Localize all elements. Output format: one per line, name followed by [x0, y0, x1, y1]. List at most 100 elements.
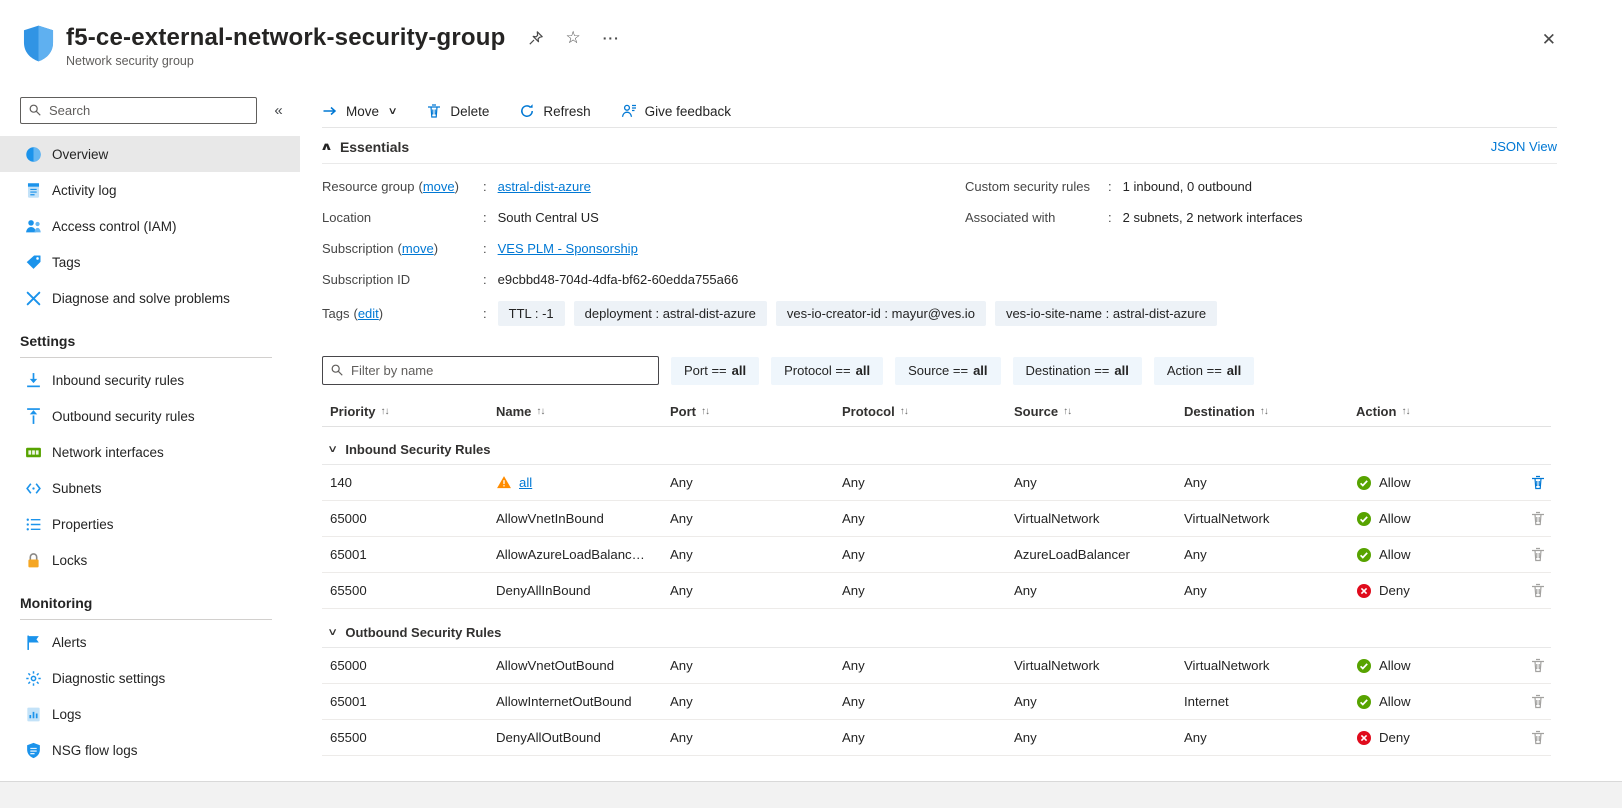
horizontal-scrollbar[interactable]: [0, 781, 1622, 808]
sidebar-item-overview[interactable]: Overview: [0, 136, 300, 172]
field-label-text: Subscription ID: [322, 272, 410, 287]
filter-pill-source[interactable]: Source ==all: [895, 357, 1000, 385]
filter-pill-port[interactable]: Port ==all: [671, 357, 759, 385]
access-control-icon: [25, 218, 42, 235]
delete-rule-icon: [1530, 510, 1546, 527]
field-value: 1 inbound, 0 outbound: [1123, 179, 1252, 194]
column-header-source[interactable]: Source↑↓: [1014, 404, 1184, 419]
delete-button[interactable]: Delete: [426, 103, 489, 119]
sidebar-item-inbound-security-rules[interactable]: Inbound security rules: [0, 362, 300, 398]
sidebar-item-nsg-flow-logs[interactable]: NSG flow logs: [0, 732, 300, 768]
inbound-rules-icon: [25, 372, 42, 389]
favorite-star-icon[interactable]: ☆: [566, 29, 581, 46]
sidebar-item-label: Locks: [52, 553, 87, 568]
table-row[interactable]: 65001AllowInternetOutBoundAnyAnyAnyInter…: [322, 684, 1551, 720]
filter-pill-action[interactable]: Action ==all: [1154, 357, 1254, 385]
filter-pill-protocol[interactable]: Protocol ==all: [771, 357, 883, 385]
cell-destination: Any: [1184, 475, 1356, 490]
sidebar-item-alerts[interactable]: Alerts: [0, 624, 300, 660]
tag-pill[interactable]: ves-io-creator-id : mayur@ves.io: [776, 301, 986, 326]
chevron-down-icon: ∨: [388, 106, 398, 117]
security-rules-table: Priority↑↓Name↑↓Port↑↓Protocol↑↓Source↑↓…: [322, 396, 1551, 756]
tag-pill[interactable]: ves-io-site-name : astral-dist-azure: [995, 301, 1217, 326]
sidebar-item-outbound-security-rules[interactable]: Outbound security rules: [0, 398, 300, 434]
main-content: Move ∨ Delete Refresh: [300, 86, 1622, 781]
delete-rule-icon[interactable]: [1530, 474, 1546, 491]
filter-by-name-input[interactable]: [322, 356, 659, 385]
action-label: Allow: [1379, 511, 1411, 526]
column-header-label: Name: [496, 404, 531, 419]
refresh-label: Refresh: [543, 104, 590, 119]
column-header-port[interactable]: Port↑↓: [670, 404, 842, 419]
network-interfaces-icon: [25, 444, 42, 461]
table-row[interactable]: 140allAnyAnyAnyAnyAllow: [322, 465, 1551, 501]
give-feedback-button[interactable]: Give feedback: [621, 103, 731, 119]
move-link[interactable]: move: [423, 179, 455, 194]
chevron-up-icon[interactable]: ∧: [320, 140, 333, 153]
table-row[interactable]: 65500DenyAllOutBoundAnyAnyAnyAnyDeny: [322, 720, 1551, 756]
column-header-label: Source: [1014, 404, 1058, 419]
activity-log-icon: [25, 182, 42, 199]
group-header-outbound-security-rules[interactable]: ∨Outbound Security Rules: [322, 618, 1551, 648]
colon-separator: :: [483, 179, 487, 194]
cell-action: Allow: [1356, 658, 1524, 674]
table-row[interactable]: 65500DenyAllInBoundAnyAnyAnyAnyDeny: [322, 573, 1551, 609]
tag-pill[interactable]: TTL : -1: [498, 301, 565, 326]
pin-icon[interactable]: [528, 30, 544, 46]
collapse-sidebar-icon[interactable]: «: [257, 102, 300, 119]
field-value[interactable]: VES PLM - Sponsorship: [498, 241, 638, 256]
sidebar-item-label: Logs: [52, 707, 81, 722]
cell-port: Any: [670, 694, 842, 709]
table-row[interactable]: 65000AllowVnetOutBoundAnyAnyVirtualNetwo…: [322, 648, 1551, 684]
sidebar-item-subnets[interactable]: Subnets: [0, 470, 300, 506]
table-row[interactable]: 65001AllowAzureLoadBalanc…AnyAnyAzureLoa…: [322, 537, 1551, 573]
sidebar-nav-settings: Inbound security rulesOutbound security …: [0, 362, 300, 578]
column-header-action[interactable]: Action↑↓: [1356, 404, 1524, 419]
command-bar: Move ∨ Delete Refresh: [322, 95, 1557, 128]
delete-rule-icon: [1530, 729, 1546, 746]
group-title: Inbound Security Rules: [345, 442, 490, 457]
sidebar-item-properties[interactable]: Properties: [0, 506, 300, 542]
column-header-name[interactable]: Name↑↓: [496, 404, 670, 419]
essentials-row: Location:South Central US: [322, 202, 965, 233]
sort-icon: ↑↓: [900, 406, 908, 417]
group-header-inbound-security-rules[interactable]: ∨Inbound Security Rules: [322, 435, 1551, 465]
cell-action: Allow: [1356, 547, 1524, 563]
column-header-destination[interactable]: Destination↑↓: [1184, 404, 1356, 419]
filter-pill-name: Destination ==: [1026, 363, 1110, 378]
title-block: f5-ce-external-network-security-group ☆ …: [66, 25, 620, 68]
move-button[interactable]: Move ∨: [322, 103, 396, 119]
trash-icon: [426, 103, 442, 119]
cell-name: AllowInternetOutBound: [496, 694, 670, 709]
cell-port: Any: [670, 475, 842, 490]
json-view-link[interactable]: JSON View: [1491, 139, 1557, 154]
filter-pill-destination[interactable]: Destination ==all: [1013, 357, 1142, 385]
sidebar-item-diagnostic-settings[interactable]: Diagnostic settings: [0, 660, 300, 696]
more-options-icon[interactable]: ···: [603, 30, 620, 46]
cell-name: AllowVnetInBound: [496, 511, 670, 526]
field-label-text: Subscription: [322, 241, 394, 256]
sidebar-item-access-control-iam[interactable]: Access control (IAM): [0, 208, 300, 244]
sidebar-nav: OverviewActivity logAccess control (IAM)…: [0, 136, 300, 768]
sidebar-search-input[interactable]: [20, 97, 257, 124]
column-header-label: Destination: [1184, 404, 1255, 419]
tag-pill[interactable]: deployment : astral-dist-azure: [574, 301, 767, 326]
table-row[interactable]: 65000AllowVnetInBoundAnyAnyVirtualNetwor…: [322, 501, 1551, 537]
sidebar-item-logs[interactable]: Logs: [0, 696, 300, 732]
column-header-protocol[interactable]: Protocol↑↓: [842, 404, 1014, 419]
sidebar-item-tags[interactable]: Tags: [0, 244, 300, 280]
column-header-priority[interactable]: Priority↑↓: [322, 404, 496, 419]
sidebar-item-locks[interactable]: Locks: [0, 542, 300, 578]
sidebar-item-diagnose-and-solve-problems[interactable]: Diagnose and solve problems: [0, 280, 300, 316]
close-icon[interactable]: ✕: [1542, 30, 1556, 50]
move-link[interactable]: move: [402, 241, 434, 256]
field-value[interactable]: astral-dist-azure: [498, 179, 591, 194]
sidebar-item-network-interfaces[interactable]: Network interfaces: [0, 434, 300, 470]
rule-name[interactable]: all: [519, 475, 532, 490]
cell-protocol: Any: [842, 511, 1014, 526]
rule-name: AllowAzureLoadBalanc…: [496, 547, 645, 562]
sidebar-item-activity-log[interactable]: Activity log: [0, 172, 300, 208]
refresh-button[interactable]: Refresh: [519, 103, 590, 119]
edit-tags-link[interactable]: edit: [358, 306, 379, 321]
cell-destination: Any: [1184, 547, 1356, 562]
